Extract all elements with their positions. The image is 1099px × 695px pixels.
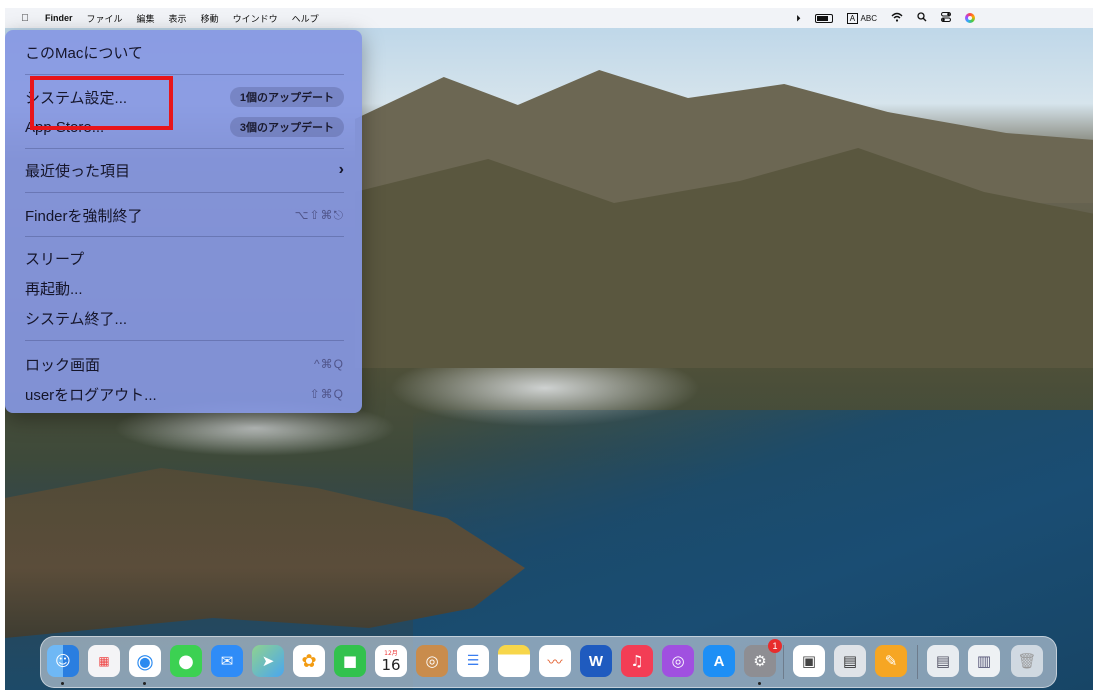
chevron-right-icon: › bbox=[338, 161, 344, 178]
freeform-icon[interactable]: 〰 bbox=[539, 645, 571, 677]
desktop:  Finder ファイル 編集 表示 移動 ウインドウ ヘルプ ⏵ A ABC bbox=[5, 8, 1093, 690]
logout-item[interactable]: userをログアウト... ⇧⌘Q bbox=[25, 380, 344, 408]
calendar-day: 16 bbox=[381, 655, 401, 674]
sleep-label: スリープ bbox=[25, 250, 85, 268]
menu-separator bbox=[25, 74, 344, 75]
menu-separator bbox=[25, 148, 344, 149]
downloads-stack-icon[interactable]: ▤ bbox=[927, 645, 959, 677]
maps-icon[interactable]: ➤ bbox=[252, 645, 284, 677]
menu-separator bbox=[25, 236, 344, 237]
wifi-icon[interactable] bbox=[891, 12, 903, 24]
sleep-item[interactable]: スリープ bbox=[25, 244, 344, 272]
lock-screen-label: ロック画面 bbox=[25, 356, 101, 374]
logout-shortcut: ⇧⌘Q bbox=[309, 387, 344, 401]
dock-separator bbox=[917, 645, 918, 679]
photos-icon[interactable]: ✿ bbox=[293, 645, 325, 677]
menu-bar:  Finder ファイル 編集 表示 移動 ウインドウ ヘルプ ⏵ A ABC bbox=[5, 8, 1093, 28]
safari-icon[interactable]: ◉ bbox=[129, 645, 161, 677]
menu-go[interactable]: 移動 bbox=[201, 12, 219, 25]
documents-stack-icon[interactable]: ▥ bbox=[968, 645, 1000, 677]
restart-item[interactable]: 再起動... bbox=[25, 274, 344, 302]
system-settings-badge: 1 bbox=[768, 639, 782, 653]
lock-screen-item[interactable]: ロック画面 ^⌘Q bbox=[25, 350, 344, 378]
music-icon[interactable]: ♫ bbox=[621, 645, 653, 677]
app-store-update-badge: 3個のアップデート bbox=[229, 117, 344, 137]
launchpad-icon[interactable]: ▦ bbox=[88, 645, 120, 677]
recent-items-item[interactable]: 最近使った項目 › bbox=[25, 156, 344, 184]
spotlight-search-icon[interactable] bbox=[917, 12, 927, 24]
force-quit-shortcut: ⌥⇧⌘⎋ bbox=[294, 207, 344, 222]
mail-icon[interactable]: ✉ bbox=[211, 645, 243, 677]
siri-icon[interactable] bbox=[965, 13, 975, 23]
facetime-icon[interactable]: ■ bbox=[334, 645, 366, 677]
menu-separator bbox=[25, 192, 344, 193]
force-quit-label: Finderを強制終了 bbox=[25, 207, 143, 225]
control-center-icon[interactable] bbox=[941, 12, 951, 24]
pages-icon[interactable]: ✎ bbox=[875, 645, 907, 677]
battery-icon[interactable] bbox=[814, 13, 833, 23]
word-icon[interactable]: W bbox=[580, 645, 612, 677]
running-indicator bbox=[61, 682, 64, 685]
image-capture-icon[interactable]: ▤ bbox=[834, 645, 866, 677]
finder-icon[interactable]: ☺ bbox=[47, 645, 79, 677]
force-quit-item[interactable]: Finderを強制終了 ⌥⇧⌘⎋ bbox=[25, 201, 344, 229]
menu-view[interactable]: 表示 bbox=[169, 12, 187, 25]
apple-menu-icon[interactable]:  bbox=[19, 13, 31, 24]
trash-icon[interactable]: 🗑 bbox=[1011, 645, 1043, 677]
logout-label: userをログアウト... bbox=[25, 386, 157, 404]
menu-edit[interactable]: 編集 bbox=[137, 12, 155, 25]
notes-icon[interactable] bbox=[498, 645, 530, 677]
play-icon[interactable]: ⏵ bbox=[796, 13, 801, 24]
menu-file[interactable]: ファイル bbox=[87, 12, 123, 25]
about-this-mac-item[interactable]: このMacについて bbox=[25, 38, 344, 66]
dock: ☺ ▦ ◉ ● ✉ ➤ ✿ ■ 12月 16 ◎ ☰ 〰 W ♫ ◎ A ⚙ 1… bbox=[40, 636, 1057, 688]
running-indicator bbox=[143, 682, 146, 685]
reminders-icon[interactable]: ☰ bbox=[457, 645, 489, 677]
system-settings-update-badge: 1個のアップデート bbox=[229, 87, 344, 107]
dock-separator bbox=[783, 645, 784, 679]
highlight-box bbox=[30, 76, 173, 130]
running-indicator bbox=[758, 682, 761, 685]
preview-icon[interactable]: ▣ bbox=[793, 645, 825, 677]
recent-items-label: 最近使った項目 bbox=[25, 162, 131, 180]
menu-help[interactable]: ヘルプ bbox=[292, 12, 319, 25]
input-source-icon[interactable]: A ABC bbox=[846, 13, 877, 24]
input-source-label: ABC bbox=[860, 14, 877, 23]
about-this-mac-label: このMacについて bbox=[25, 44, 143, 62]
calendar-icon[interactable]: 12月 16 bbox=[375, 645, 407, 677]
shutdown-item[interactable]: システム終了... bbox=[25, 304, 344, 332]
restart-label: 再起動... bbox=[25, 280, 83, 298]
app-store-icon[interactable]: A bbox=[703, 645, 735, 677]
menu-finder[interactable]: Finder bbox=[45, 13, 73, 23]
shutdown-label: システム終了... bbox=[25, 310, 128, 328]
menu-window[interactable]: ウインドウ bbox=[233, 12, 278, 25]
podcasts-icon[interactable]: ◎ bbox=[662, 645, 694, 677]
lock-screen-shortcut: ^⌘Q bbox=[314, 357, 344, 371]
status-area: ⏵ A ABC bbox=[796, 8, 975, 28]
messages-icon[interactable]: ● bbox=[170, 645, 202, 677]
contacts-icon[interactable]: ◎ bbox=[416, 645, 448, 677]
menu-separator bbox=[25, 340, 344, 341]
